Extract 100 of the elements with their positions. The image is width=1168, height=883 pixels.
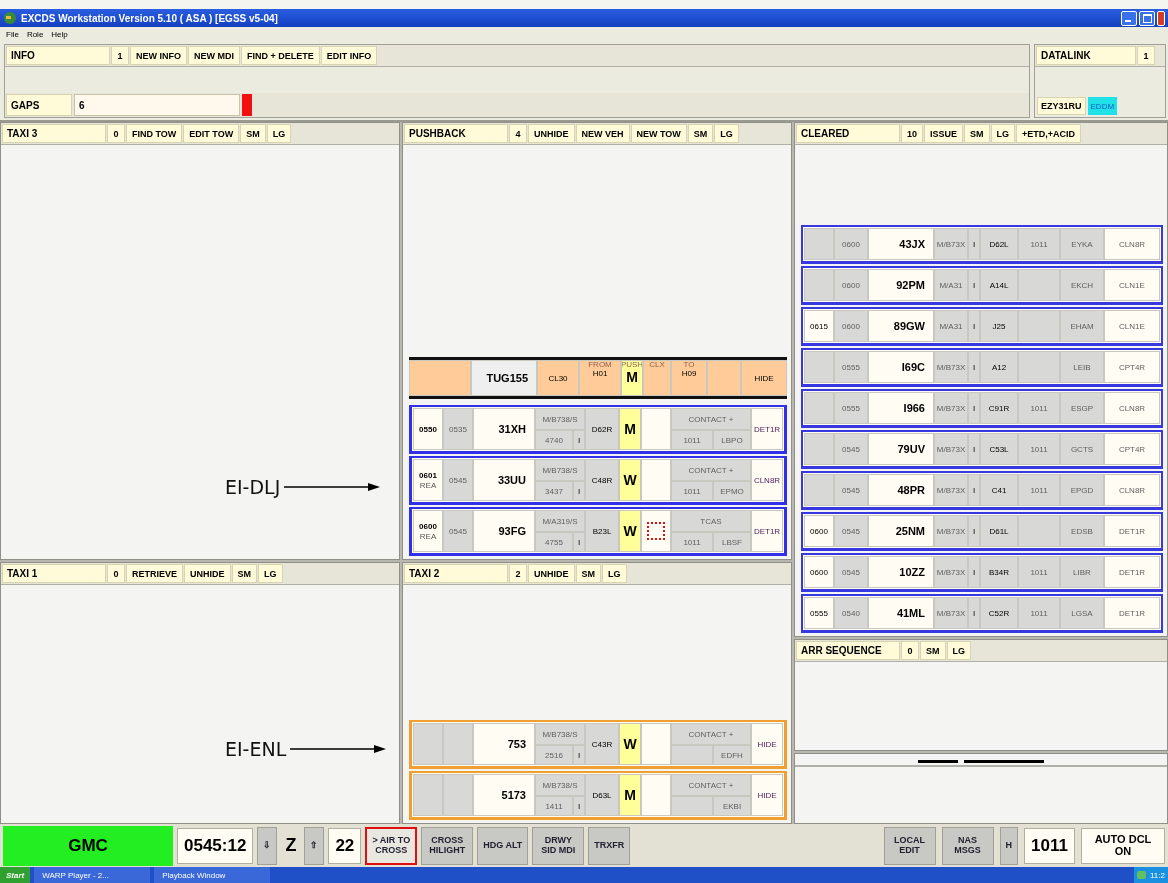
close-button[interactable] [1157,10,1165,26]
strip-cell: M/A31 [934,269,968,301]
header-button[interactable]: SM [240,124,266,143]
toolbar-button[interactable]: ⇩ [257,826,278,865]
empty-cell [641,774,671,816]
airport-label[interactable]: EDDM [1087,97,1118,115]
globe-icon [3,11,17,25]
gaps-field[interactable]: 6 [74,94,240,116]
strip-cell: 1011 [671,532,713,552]
flight-strip[interactable]: 0555 I69C M/B73X I A12 LEIB CPT4R [801,348,1163,387]
strip-cell: M/A31 [934,310,968,342]
header-button[interactable]: SM [231,564,258,583]
flight-strip[interactable]: 5173 M/B738/S 1411 I D63L M CONTACT + EKBI HIDE [409,771,787,820]
menu-item[interactable]: Role [26,30,44,39]
callsign-label[interactable]: EZY31RU [1037,97,1086,115]
strip-cell: 1011 [671,481,713,501]
flight-strip[interactable]: 0600 43JX M/B73X I D62L 1011 EYKA CLN8R [801,225,1163,264]
strip-cell: B23L [585,510,619,552]
header-button[interactable]: NEW VEH [575,124,630,143]
menu-item[interactable]: Help [51,30,68,39]
tug-strip[interactable]: TUG155 CL30 FROM H01 PUSH M CLX TO H09 HIDE [409,357,787,399]
strip-cell: C91R [980,392,1018,424]
strip-cell: EHAM [1060,310,1104,342]
flight-strip[interactable]: 0615 0600 89GW M/A31 I J25 EHAM CLN1E [801,307,1163,346]
header-button[interactable]: LG [602,564,627,583]
callsign-cell: 93FG [473,510,535,552]
field-label: CLX [649,361,665,369]
empty-cell [804,474,834,506]
strip-cell: 0545 [834,556,868,588]
strip-cell: I [573,532,585,552]
header-button[interactable]: LG [946,641,971,660]
callsign-cell: 25NM [868,515,934,547]
toolbar-button[interactable]: HDG ALT [477,826,529,865]
header-button[interactable]: SM [964,124,990,143]
header-button[interactable]: SM [920,641,946,660]
header-button[interactable]: UNHIDE [184,564,231,583]
header-button[interactable]: LG [266,124,292,143]
toolbar-button[interactable]: ⇧ [304,826,325,865]
header-button[interactable]: UNHIDE [528,564,575,583]
strip-cell: 0600 [834,228,868,260]
strip-cell: A14L [980,269,1018,301]
header-button[interactable]: NEW INFO [130,46,187,65]
maximize-icon [1142,13,1152,23]
toolbar-button[interactable]: DRWY SID MDI [532,826,585,865]
header-button[interactable]: LG [990,124,1016,143]
flight-strip[interactable]: 0545 79UV M/B73X I C53L 1011 GCTS CPT4R [801,430,1163,469]
header-button[interactable]: LG [258,564,283,583]
taskbar-button[interactable]: Playback Window [154,867,271,883]
flight-strip[interactable]: 0550 0535 31XH M/B738/S 4740 I D62R M CONTACT + 1011 LBPO DET1R [409,405,787,454]
header-button[interactable]: NEW TOW [630,124,687,143]
flight-strip[interactable]: 0600 0545 25NM M/B73X I D61L EDSB DET1R [801,512,1163,551]
header-button[interactable]: LG [714,124,739,143]
taskbar-button[interactable]: WARP Player - 2... [34,867,151,883]
header-button[interactable]: FIND + DELETE [241,46,320,65]
flight-strip[interactable]: 0600 REA 0545 93FG M/A319/S 4755 I B23L W TCAS 1011 LBSF DET1R [409,507,787,556]
flight-strip[interactable]: 0600 0545 10ZZ M/B73X I B34R 1011 LIBR DET1R [801,553,1163,592]
strip-cell: I [573,481,585,501]
empty-cell [804,433,834,465]
strip-cell: EPGD [1060,474,1104,506]
flight-strip[interactable]: 0601 REA 0545 33UU M/B738/S 3437 I C48R W CONTACT + 1011 EPMO CLN8R [409,456,787,505]
strip-cell: LBSF [713,532,751,552]
flight-strip[interactable]: 0555 I966 M/B73X I C91R 1011 ESGP CLN8R [801,389,1163,428]
header-button[interactable]: SM [575,564,601,583]
header-button[interactable]: RETRIEVE [126,564,183,583]
header-button[interactable]: ISSUE [924,124,964,143]
header-button[interactable]: EDIT INFO [320,46,378,65]
toolbar-button[interactable]: NAS MSGS [941,826,994,865]
strip-cell: CLN8R [1104,228,1160,260]
header-button[interactable]: EDIT TOW [183,124,240,143]
strip-cell: D62L [980,228,1018,260]
maximize-button[interactable] [1139,10,1155,26]
minimize-button[interactable] [1121,10,1137,26]
callsign-cell: 33UU [473,459,535,501]
toolbar-button[interactable]: TRXFR [588,826,631,865]
flight-strip[interactable]: 0545 48PR M/B73X I C41 1011 EPGD CLN8R [801,471,1163,510]
strip-cell: M/B73X [934,228,968,260]
toolbar-button[interactable]: LOCAL EDIT [883,826,936,865]
toolbar-button[interactable]: CROSS HILIGHT [421,826,474,865]
strip-cell: CLN8R [1104,474,1160,506]
strip-cell: 0555 [834,351,868,383]
strip-cell: I [968,597,980,629]
empty-cell [443,723,473,765]
flight-strip[interactable]: 0600 92PM M/A31 I A14L EKCH CLN1E [801,266,1163,305]
menu-item[interactable]: File [6,30,19,39]
strip-cell: 1411 [535,796,573,816]
strip-cell: CLN1E [1104,310,1160,342]
header-button[interactable]: +ETD,+ACID [1016,124,1082,143]
flight-strip[interactable]: 753 M/B738/S 2516 I C43R W CONTACT + EDFH HIDE [409,720,787,769]
flight-strip[interactable]: 0555 0540 41ML M/B73X I C52R 1011 LGSA DET1R [801,594,1163,633]
callsign-cell: TUG155 [471,360,537,396]
header-button[interactable]: NEW MDI [188,46,240,65]
header-button[interactable]: UNHIDE [528,124,575,143]
strip-cell: CPT4R [1104,351,1160,383]
toolbar-button[interactable]: > AIR TO CROSS [365,826,418,865]
count-label: 0 [107,564,125,583]
strip-cell: EKCH [1060,269,1104,301]
header-button[interactable]: FIND TOW [126,124,183,143]
header-button[interactable]: SM [687,124,714,143]
strip-cell: D61L [980,515,1018,547]
toolbar-button[interactable]: H [999,826,1019,865]
